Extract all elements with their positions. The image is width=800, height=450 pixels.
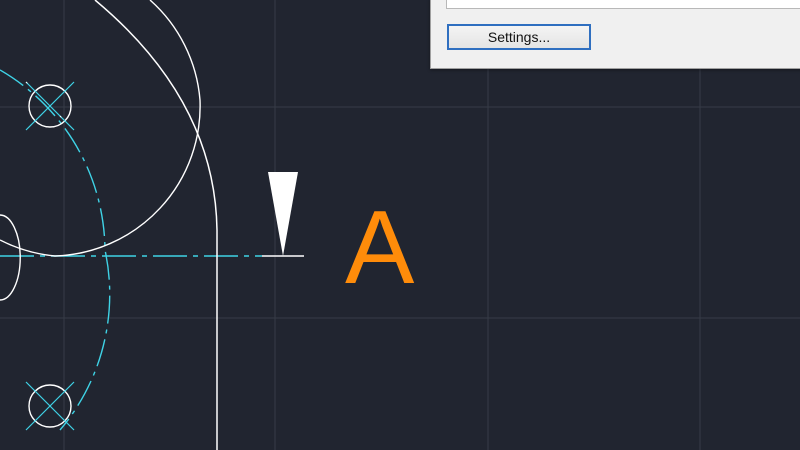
settings-button[interactable]: Settings... [447,24,591,50]
hub-arc[interactable] [0,214,21,301]
outer-profile-arc[interactable] [94,0,218,450]
section-label: A [345,190,415,306]
dialog-field[interactable] [446,0,800,9]
section-arrow-icon[interactable] [268,172,298,256]
inner-circle-arc[interactable] [0,0,201,257]
center-mark-icon[interactable] [25,81,75,131]
dialog-panel: Settings... [430,0,800,69]
center-mark-icon[interactable] [25,381,75,431]
